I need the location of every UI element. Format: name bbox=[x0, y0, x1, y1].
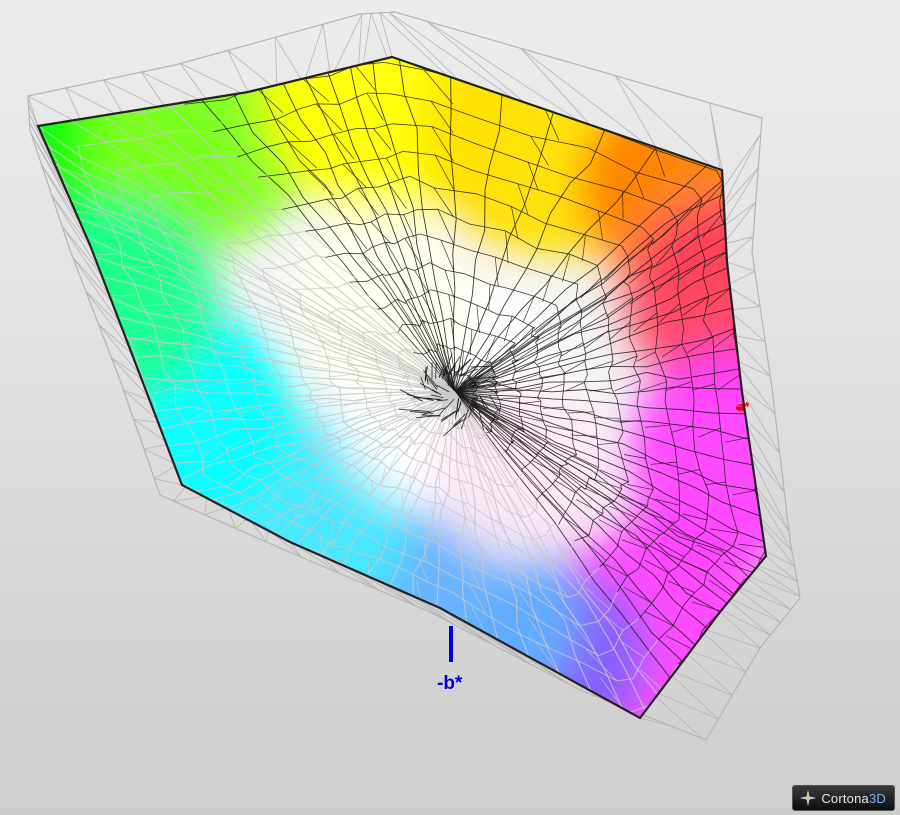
b-axis: -b* bbox=[437, 626, 463, 694]
gamut-volume-render: a* -b* bbox=[27, 11, 801, 741]
brand-name: Cortona3D bbox=[821, 790, 886, 806]
a-axis-label: a* bbox=[737, 399, 750, 414]
cortona3d-badge[interactable]: Cortona3D bbox=[792, 785, 895, 811]
cortona-star-icon bbox=[800, 789, 817, 807]
b-axis-label: -b* bbox=[437, 673, 463, 694]
a-axis: a* bbox=[736, 399, 750, 414]
brand-suffix: 3D bbox=[868, 790, 886, 806]
3d-viewport[interactable]: a* -b* Cortona3D bbox=[0, 0, 900, 815]
